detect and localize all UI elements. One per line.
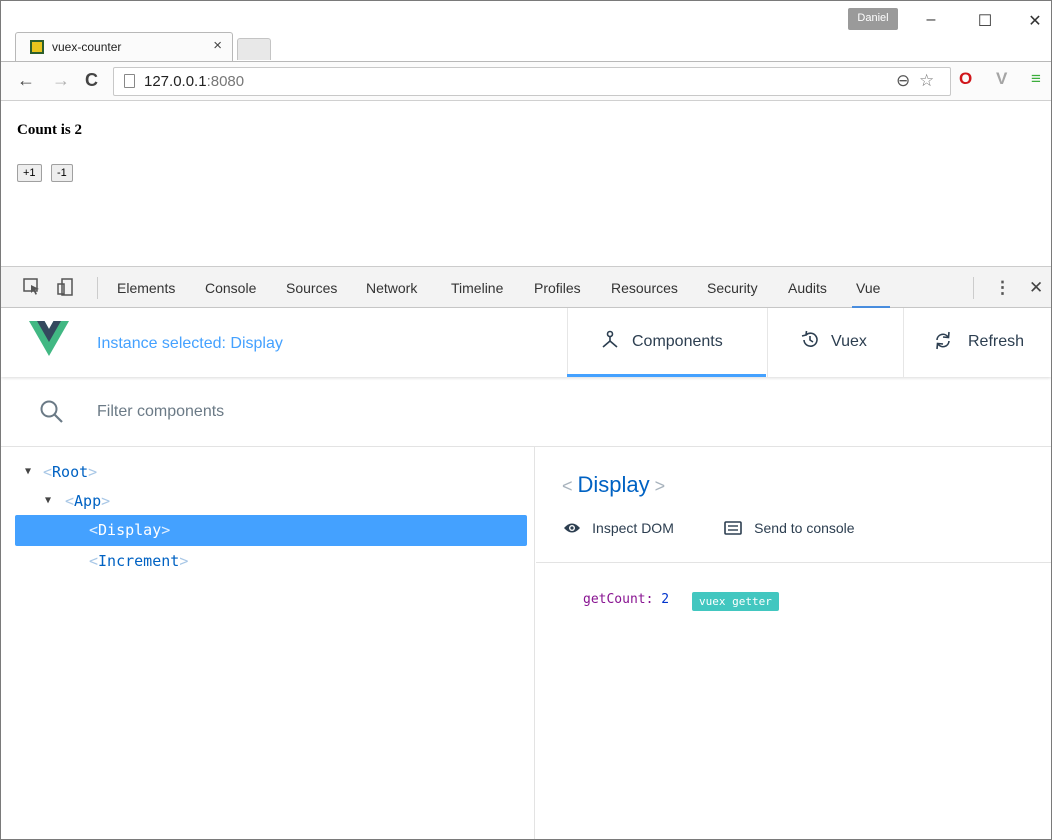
forward-button[interactable]: →: [52, 70, 70, 91]
filter-components-input[interactable]: Filter components: [97, 403, 224, 421]
property-value: 2: [661, 592, 670, 607]
tab-vue[interactable]: Vue: [856, 280, 880, 296]
opera-extension-icon[interactable]: O: [959, 69, 972, 89]
increment-button[interactable]: +1: [17, 164, 42, 182]
filter-bar[interactable]: Filter components: [1, 377, 1051, 447]
refresh-button[interactable]: Refresh: [903, 308, 1051, 377]
new-tab-button[interactable]: [237, 38, 271, 60]
device-mode-icon[interactable]: [57, 278, 75, 301]
components-tab-button[interactable]: Components: [567, 308, 767, 377]
close-devtools-icon[interactable]: ✕: [1029, 278, 1043, 298]
browser-tab[interactable]: vuex-counter ×: [15, 32, 233, 61]
browser-window: vuex-counter × Daniel – ☐ ✕ ← → C 127.0.…: [0, 0, 1052, 840]
vuex-label: Vuex: [831, 333, 867, 350]
browser-toolbar: ← → C 127.0.0.1:8080 ⊖ ☆ O V ≡: [1, 61, 1051, 101]
back-button[interactable]: ←: [17, 70, 35, 91]
tree-node-label: Display: [98, 521, 162, 539]
active-header-indicator: [567, 374, 766, 377]
zoom-icon[interactable]: ⊖: [896, 71, 910, 91]
components-label: Components: [632, 333, 723, 350]
tree-node-label: App: [74, 492, 102, 510]
decrement-button[interactable]: -1: [51, 164, 73, 182]
reload-button[interactable]: C: [85, 70, 98, 91]
component-inspector: < Display > Inspect DOM Send to console …: [536, 447, 1051, 839]
eye-icon: [564, 520, 584, 537]
tree-node-app[interactable]: ▼ <App>: [15, 486, 527, 517]
tree-node-label: Increment: [98, 552, 180, 570]
tree-node-display[interactable]: <Display>: [15, 515, 527, 546]
tab-audits[interactable]: Audits: [788, 280, 827, 296]
favicon-icon: [30, 40, 44, 54]
page-content: Count is 2 +1 -1: [1, 102, 1051, 265]
close-window-button[interactable]: ✕: [1025, 11, 1045, 31]
vivaldi-extension-icon[interactable]: V: [996, 69, 1007, 89]
title-bar: vuex-counter × Daniel – ☐ ✕: [1, 1, 1051, 61]
component-tree: ▼ <Root> ▼ <App> <Display> <Increment>: [1, 447, 535, 839]
history-icon: [800, 330, 820, 356]
tree-node-label: Root: [52, 463, 89, 481]
refresh-icon: [932, 330, 954, 356]
tab-security[interactable]: Security: [707, 280, 758, 296]
profile-button[interactable]: Daniel: [848, 8, 898, 30]
devtools-tab-bar: Elements Console Sources Network Timelin…: [1, 266, 1051, 308]
maximize-button[interactable]: ☐: [975, 11, 995, 31]
page-icon: [124, 74, 135, 88]
inspector-title: < Display >: [562, 472, 666, 497]
tab-title: vuex-counter: [52, 40, 122, 54]
search-icon: [39, 399, 65, 430]
tab-sources[interactable]: Sources: [286, 280, 337, 296]
inspect-element-icon[interactable]: [23, 278, 41, 301]
devtools-separator: [97, 277, 98, 299]
property-key: getCount:: [583, 592, 654, 607]
url-text: 127.0.0.1:8080: [144, 73, 245, 90]
vue-devtools-header: Instance selected: Display Components Vu…: [1, 308, 1051, 377]
devtools-separator: [973, 277, 974, 299]
expand-arrow-icon[interactable]: ▼: [25, 457, 31, 487]
tab-console[interactable]: Console: [205, 280, 256, 296]
tab-close-icon[interactable]: ×: [213, 37, 222, 54]
tab-resources[interactable]: Resources: [611, 280, 678, 296]
tab-elements[interactable]: Elements: [117, 280, 175, 296]
refresh-label: Refresh: [968, 333, 1025, 350]
chrome-menu-icon[interactable]: ≡: [1031, 69, 1041, 89]
send-to-console-button[interactable]: Send to console: [724, 520, 855, 537]
expand-arrow-icon[interactable]: ▼: [45, 486, 51, 516]
tree-node-increment[interactable]: <Increment>: [15, 546, 527, 577]
vue-logo-icon: [29, 321, 69, 362]
more-options-icon[interactable]: ⋮: [994, 278, 1011, 298]
bookmark-star-icon[interactable]: ☆: [919, 71, 934, 91]
tab-profiles[interactable]: Profiles: [534, 280, 581, 296]
instance-selected-label: Instance selected: Display: [97, 335, 283, 352]
minimize-button[interactable]: –: [921, 11, 941, 29]
count-heading: Count is 2: [17, 122, 83, 138]
tree-node-root[interactable]: ▼ <Root>: [15, 457, 527, 488]
inspect-dom-button[interactable]: Inspect DOM: [564, 520, 674, 537]
data-property: getCount: 2: [583, 592, 669, 607]
vuex-getter-badge: vuex getter: [692, 592, 779, 611]
address-bar[interactable]: 127.0.0.1:8080 ⊖ ☆: [113, 67, 951, 96]
vuex-tab-button[interactable]: Vuex: [767, 308, 903, 377]
tab-network[interactable]: Network: [366, 280, 417, 296]
tab-timeline[interactable]: Timeline: [451, 280, 503, 296]
console-icon: [724, 520, 746, 537]
inspector-divider: [536, 562, 1051, 563]
components-icon: [600, 330, 620, 356]
